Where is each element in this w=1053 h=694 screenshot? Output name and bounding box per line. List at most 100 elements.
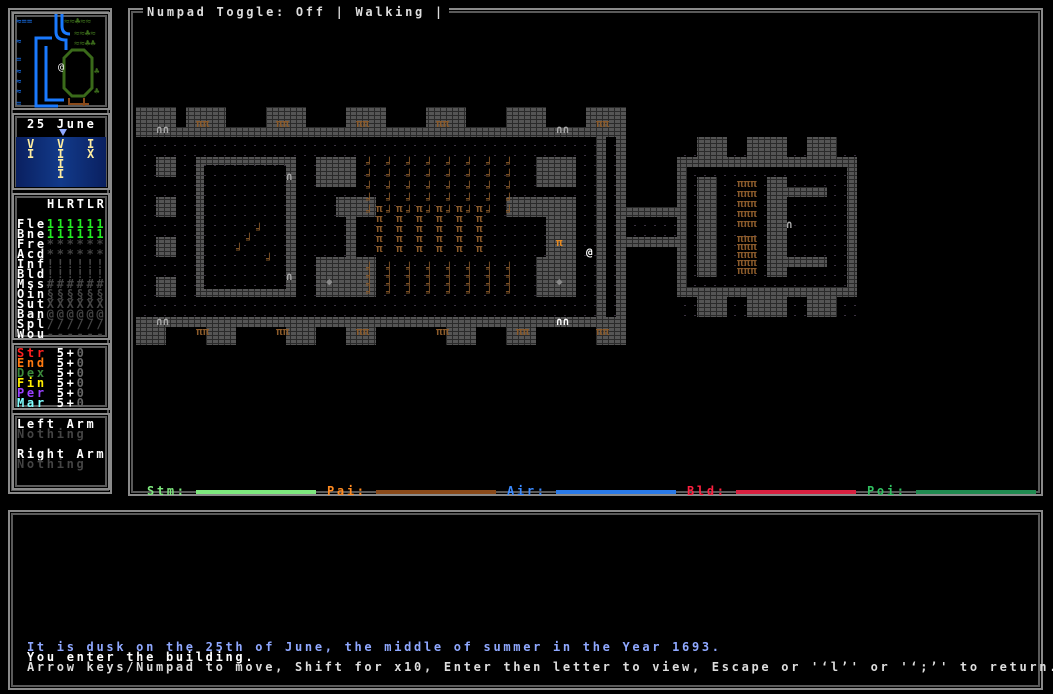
chair-icon: ╛ (366, 156, 373, 170)
wall (616, 107, 626, 345)
player-icon: @ (586, 246, 593, 259)
chair-icon: ╛ (446, 204, 453, 218)
bench-icon: π (376, 242, 383, 255)
chair-icon: ╛ (486, 285, 493, 299)
chair-icon: ╛ (426, 180, 433, 194)
wall (156, 277, 176, 297)
door-icon: ∩ (286, 170, 293, 183)
wall (536, 157, 576, 187)
chair-icon: ╛ (486, 204, 493, 218)
fountain-icon: ◆ (326, 275, 333, 288)
wall (506, 197, 576, 217)
message-line: Arrow keys/Numpad to move, Shift for x10… (27, 660, 1053, 674)
bench-icon: π (436, 242, 443, 255)
chair-icon: ╛ (246, 232, 253, 246)
table-icon: ππ (196, 325, 210, 338)
bench-icon: π (456, 242, 463, 255)
wall (136, 127, 626, 137)
door-icon: ∩∩ (156, 315, 169, 328)
chair-icon: ╛ (486, 156, 493, 170)
bench-icon: π (476, 242, 483, 255)
chair-icon: ╛ (446, 180, 453, 194)
chair-icon: ╛ (406, 156, 413, 170)
wall (596, 137, 606, 317)
chair-icon: ╛ (466, 168, 473, 182)
wall (697, 297, 727, 317)
game-map[interactable]: ππ ππ ππ ππ ππππ ππ ππ ππ ππ ππ╛ ╛ ╛ ╛ ╛ ╛ ╛ ╛╛ ╛ ╛ ╛ ╛ ╛ ╛ ╛╛ ╛… (0, 0, 1053, 500)
chair-icon: ╛ (446, 285, 453, 299)
wall (156, 237, 176, 257)
chair-icon: ╛ (426, 192, 433, 206)
meter-bar (376, 490, 496, 494)
wall (196, 157, 204, 297)
chair-icon: ╛ (406, 285, 413, 299)
wall (196, 157, 296, 165)
chair-icon: ╛ (406, 192, 413, 206)
chair-icon: ╛ (386, 168, 393, 182)
chair-icon: ╛ (406, 168, 413, 182)
table-icon: ππ (196, 117, 210, 130)
chair-icon: ╛ (466, 192, 473, 206)
table-icon: ππ (596, 117, 610, 130)
chair-icon: ╛ (466, 204, 473, 218)
wall (807, 137, 837, 157)
chair-icon: ╛ (506, 180, 513, 194)
wall (156, 157, 176, 177)
chair-icon: ╛ (236, 242, 243, 256)
table-icon: ππ (276, 117, 290, 130)
chair-icon: ╛ (426, 156, 433, 170)
table-icon: ππ (356, 325, 370, 338)
chair-icon: ╛ (426, 285, 433, 299)
chair-icon: ╛ (366, 192, 373, 206)
wall (196, 289, 296, 297)
chair-icon: ╛ (386, 285, 393, 299)
chair-icon: ╛ (486, 180, 493, 194)
table-icon: ππ (516, 325, 530, 338)
table-icon: ππ (356, 117, 370, 130)
meter-label: Bld: (687, 484, 727, 498)
table-icon: ππ (276, 325, 290, 338)
wall (697, 177, 717, 277)
meter-label: Stm: (147, 484, 187, 498)
chair-icon: ╛ (406, 204, 413, 218)
bench-icon: πππ (737, 264, 757, 277)
chair-icon: ╛ (446, 156, 453, 170)
chair-icon: ╛ (506, 192, 513, 206)
wall (787, 257, 827, 267)
highlight-table-icon: π (556, 236, 563, 249)
wall (156, 197, 176, 217)
wall (747, 297, 787, 317)
chair-icon: ╛ (506, 156, 513, 170)
chair-icon: ╛ (486, 192, 493, 206)
chair-icon: ╛ (386, 156, 393, 170)
meter-bar (736, 490, 856, 494)
chair-icon: ╛ (386, 192, 393, 206)
meter-label: Pai: (327, 484, 367, 498)
wall (136, 317, 626, 327)
meter-label: Poi: (867, 484, 907, 498)
wall (316, 157, 356, 187)
wall (677, 157, 687, 297)
door-icon: ∩∩ (556, 123, 569, 136)
door-icon: ∩∩ (556, 315, 569, 328)
chair-icon: ╛ (486, 168, 493, 182)
bench-icon: πππ (737, 217, 757, 230)
meter-bar (196, 490, 316, 494)
wall (847, 157, 857, 297)
chair-icon: ╛ (366, 168, 373, 182)
chair-icon: ╛ (446, 192, 453, 206)
table-icon: ππ (596, 325, 610, 338)
wall (747, 137, 787, 157)
bench-icon: π (416, 242, 423, 255)
fountain-icon: ◆ (556, 275, 563, 288)
chair-icon: ╛ (366, 204, 373, 218)
wall (697, 137, 727, 157)
chair-icon: ╛ (426, 168, 433, 182)
chair-icon: ╛ (506, 204, 513, 218)
chair-icon: ╛ (426, 204, 433, 218)
wall (807, 297, 837, 317)
door-icon: ∩∩ (156, 123, 169, 136)
chair-icon: ╛ (466, 285, 473, 299)
meter-bar (916, 490, 1036, 494)
table-icon: ππ (436, 117, 450, 130)
